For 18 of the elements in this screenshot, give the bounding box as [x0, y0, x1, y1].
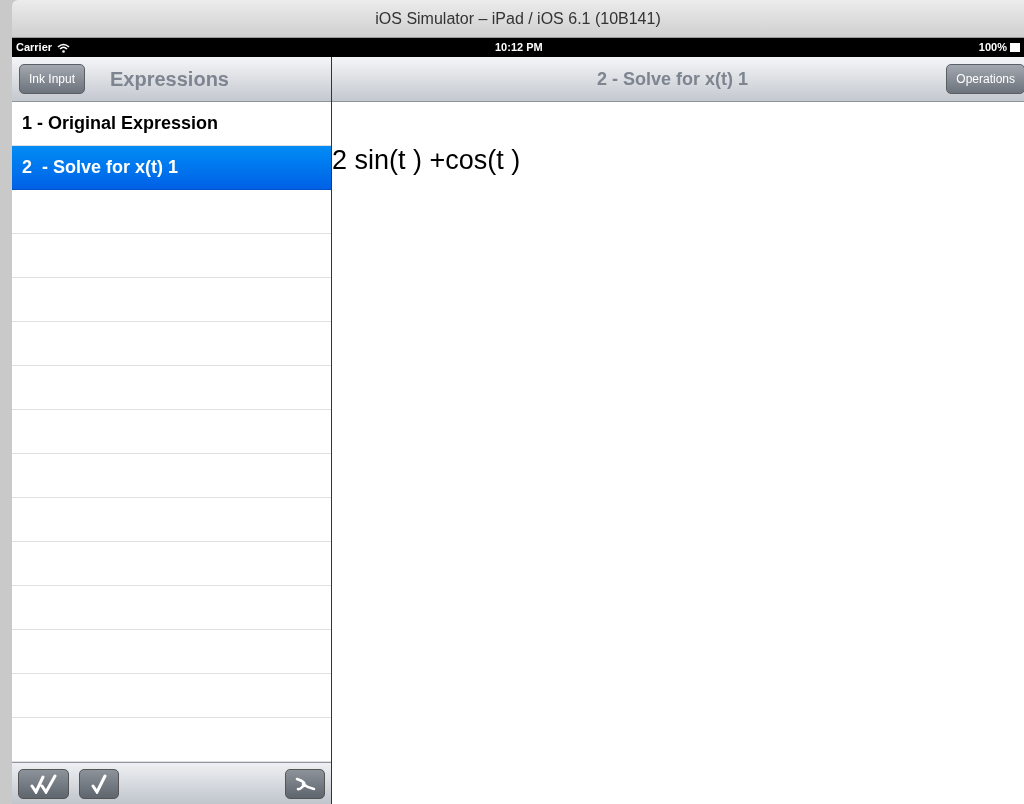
check-button[interactable] [79, 768, 119, 799]
sidebar-title: Expressions [110, 67, 229, 92]
detail-title: 2 - Solve for x(t) 1 [597, 67, 749, 91]
double-check-button[interactable] [18, 768, 69, 799]
math-expression: 2 sin(t ) +cos(t ) [332, 145, 521, 175]
scribble-icon [294, 775, 316, 792]
carrier-label: Carrier [16, 40, 53, 56]
check-icon [90, 773, 108, 794]
ink-input-button[interactable]: Ink Input [19, 64, 86, 94]
window-title: iOS Simulator – iPad / iOS 6.1 (10B141) [375, 8, 661, 29]
battery-icon [1010, 43, 1020, 52]
clear-button[interactable] [285, 768, 325, 799]
battery-label: 100% [978, 40, 1007, 56]
operations-button[interactable]: Operations [946, 64, 1024, 94]
double-check-icon [29, 773, 58, 794]
list-item[interactable]: 2 - Solve for x(t) 1 [12, 146, 331, 190]
wifi-icon [57, 42, 71, 53]
status-time: 10:12 PM [495, 40, 543, 56]
